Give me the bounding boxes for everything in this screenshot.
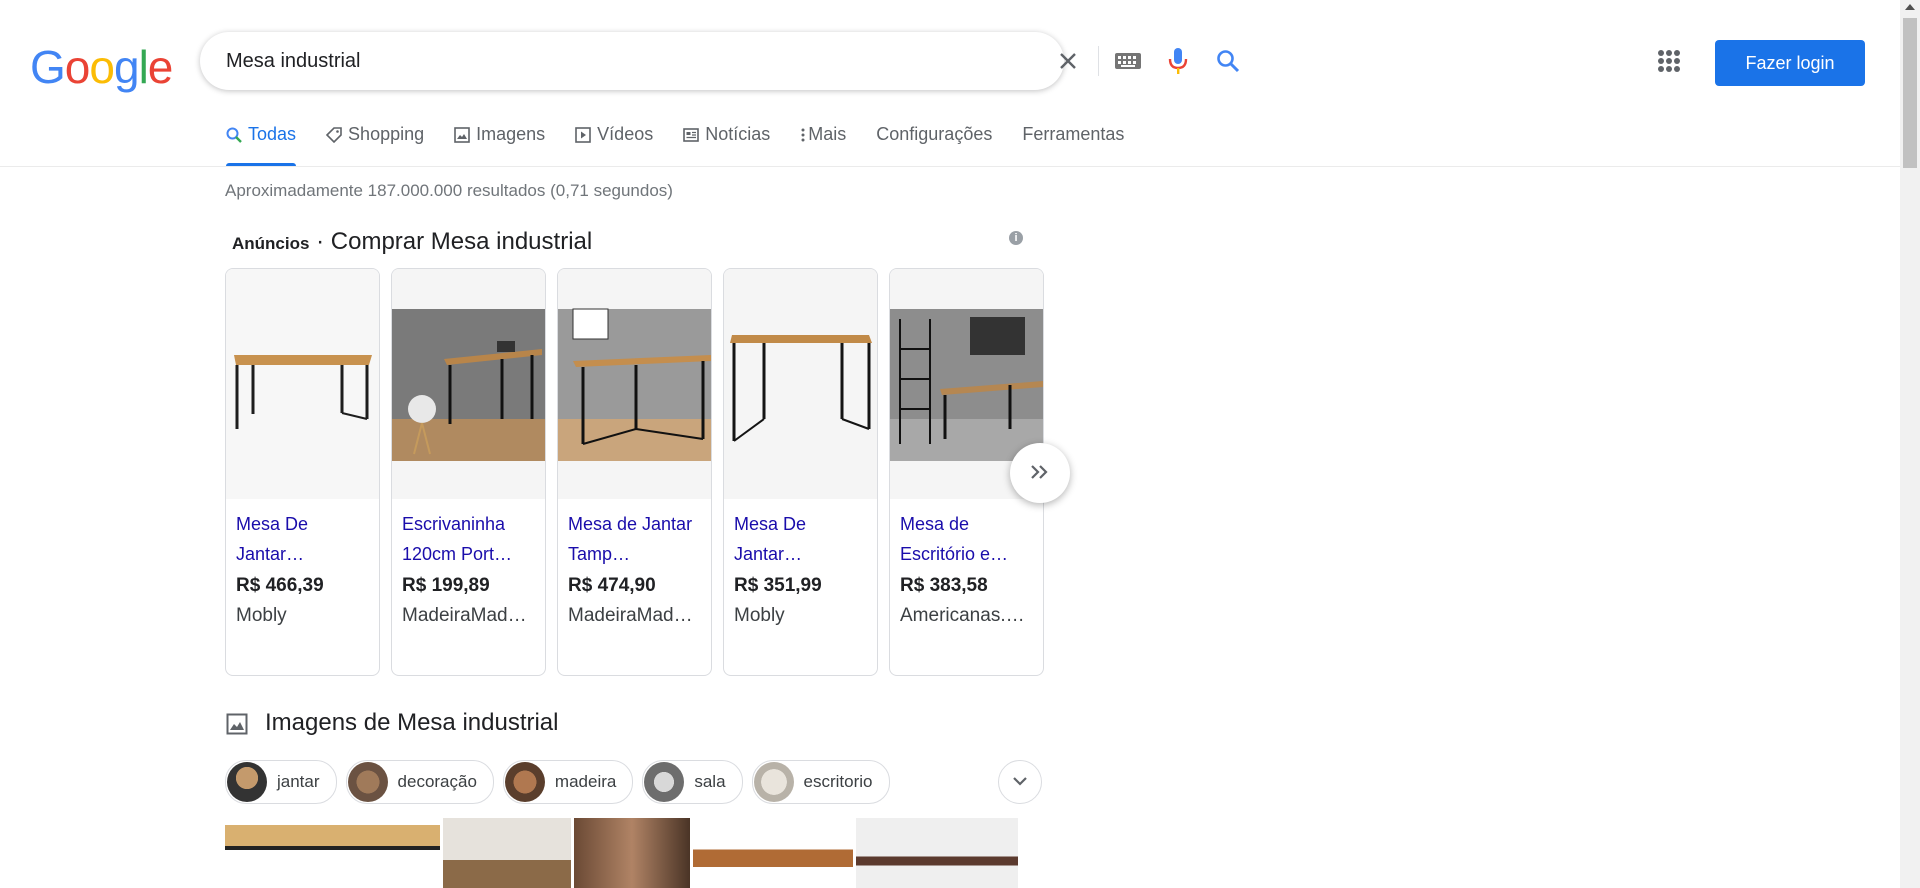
product-image[interactable] [392,269,545,499]
tab-mais[interactable]: Mais [800,124,846,166]
result-stats: Aproximadamente 187.000.000 resultados (… [225,181,673,200]
tab-configuracoes[interactable]: Configurações [876,124,992,166]
login-button[interactable]: Fazer login [1715,40,1865,86]
tab-ferramentas[interactable]: Ferramentas [1022,124,1124,166]
search-tabs: Todas Shopping Imagens Vídeos Notícias M… [226,124,1154,166]
scrollbar-thumb[interactable] [1903,18,1917,168]
chip-sala[interactable]: sala [642,760,743,804]
product-image[interactable] [226,269,379,499]
ads-title: Comprar Mesa industrial [330,228,593,255]
image-result[interactable] [225,818,440,888]
search-divider [1098,46,1099,76]
images-section-title[interactable]: Imagens de Mesa industrial [265,709,558,737]
image-result[interactable] [693,818,853,888]
image-results-grid [225,818,1018,888]
product-title[interactable]: Mesa De Jantar… [734,509,870,569]
image-icon [454,127,470,143]
more-vert-icon [800,127,806,143]
chip-thumbnail [753,762,794,802]
news-icon [683,127,700,143]
scrollbar[interactable] [1900,0,1920,888]
search-box[interactable]: Mesa industrial [200,32,1240,90]
product-title[interactable]: Mesa De Jantar… [236,509,372,569]
microphone-icon[interactable] [1164,47,1192,75]
product-card[interactable]: Escrivaninha 120cm Port… R$ 199,89 Madei… [391,268,546,676]
product-price: R$ 466,39 [236,575,324,596]
image-icon [226,713,248,740]
product-image[interactable] [724,269,877,499]
tab-imagens[interactable]: Imagens [454,124,545,166]
product-price: R$ 351,99 [734,575,822,596]
play-icon [575,127,591,143]
product-store: Mobly [734,605,785,626]
header: Google Mesa industrial Fazer login Todas… [0,0,1900,167]
ads-label: Anúncios [232,234,310,253]
chip-thumbnail [644,762,685,802]
expand-chips-button[interactable] [998,760,1042,804]
google-logo[interactable]: Google [30,40,173,94]
image-result[interactable] [856,818,1018,888]
search-icon[interactable] [1214,47,1242,75]
search-input[interactable]: Mesa industrial [226,50,361,73]
product-price: R$ 383,58 [900,575,988,596]
chip-thumbnail [227,762,267,802]
tag-icon [326,127,342,143]
carousel-next-button[interactable] [1010,443,1070,503]
apps-icon[interactable] [1658,50,1680,72]
info-icon[interactable]: i [1009,231,1023,245]
image-result[interactable] [443,818,571,888]
product-card[interactable]: Mesa De Jantar… R$ 466,39 Mobly [225,268,380,676]
search-icon [226,127,242,143]
ads-heading: Anúncios · Comprar Mesa industrial [232,228,593,255]
clear-icon[interactable] [1054,47,1082,75]
chip-madeira[interactable]: madeira [502,760,634,804]
tab-shopping[interactable]: Shopping [326,124,424,166]
product-store: MadeiraMad… [402,605,527,626]
scroll-up-arrow-icon[interactable] [1905,4,1915,10]
tab-videos[interactable]: Vídeos [575,124,653,166]
chip-thumbnail [347,762,388,802]
product-image[interactable] [558,269,711,499]
double-chevron-right-icon [1030,459,1050,487]
product-card[interactable]: Mesa De Jantar… R$ 351,99 Mobly [723,268,878,676]
image-result[interactable] [574,818,690,888]
chip-decoracao[interactable]: decoração [345,760,494,804]
image-chips: jantar decoração madeira sala escritorio [225,760,890,804]
product-title[interactable]: Escrivaninha 120cm Port… [402,509,538,569]
product-carousel: Mesa De Jantar… R$ 466,39 Mobly Escrivan… [225,268,1044,676]
product-store: Americanas.… [900,605,1025,626]
chip-escritorio[interactable]: escritorio [751,760,890,804]
product-title[interactable]: Mesa de Escritório e… [900,509,1036,569]
product-card[interactable]: Mesa de Jantar Tamp… R$ 474,90 MadeiraMa… [557,268,712,676]
product-title[interactable]: Mesa de Jantar Tamp… [568,509,704,569]
tab-todas[interactable]: Todas [226,124,297,166]
product-store: Mobly [236,605,287,626]
chevron-down-icon [1012,773,1028,791]
product-price: R$ 199,89 [402,575,490,596]
chip-thumbnail [504,762,545,802]
keyboard-icon[interactable] [1114,47,1142,75]
chip-jantar[interactable]: jantar [225,760,337,804]
product-price: R$ 474,90 [568,575,656,596]
tab-noticias[interactable]: Notícias [683,124,770,166]
product-store: MadeiraMad… [568,605,693,626]
